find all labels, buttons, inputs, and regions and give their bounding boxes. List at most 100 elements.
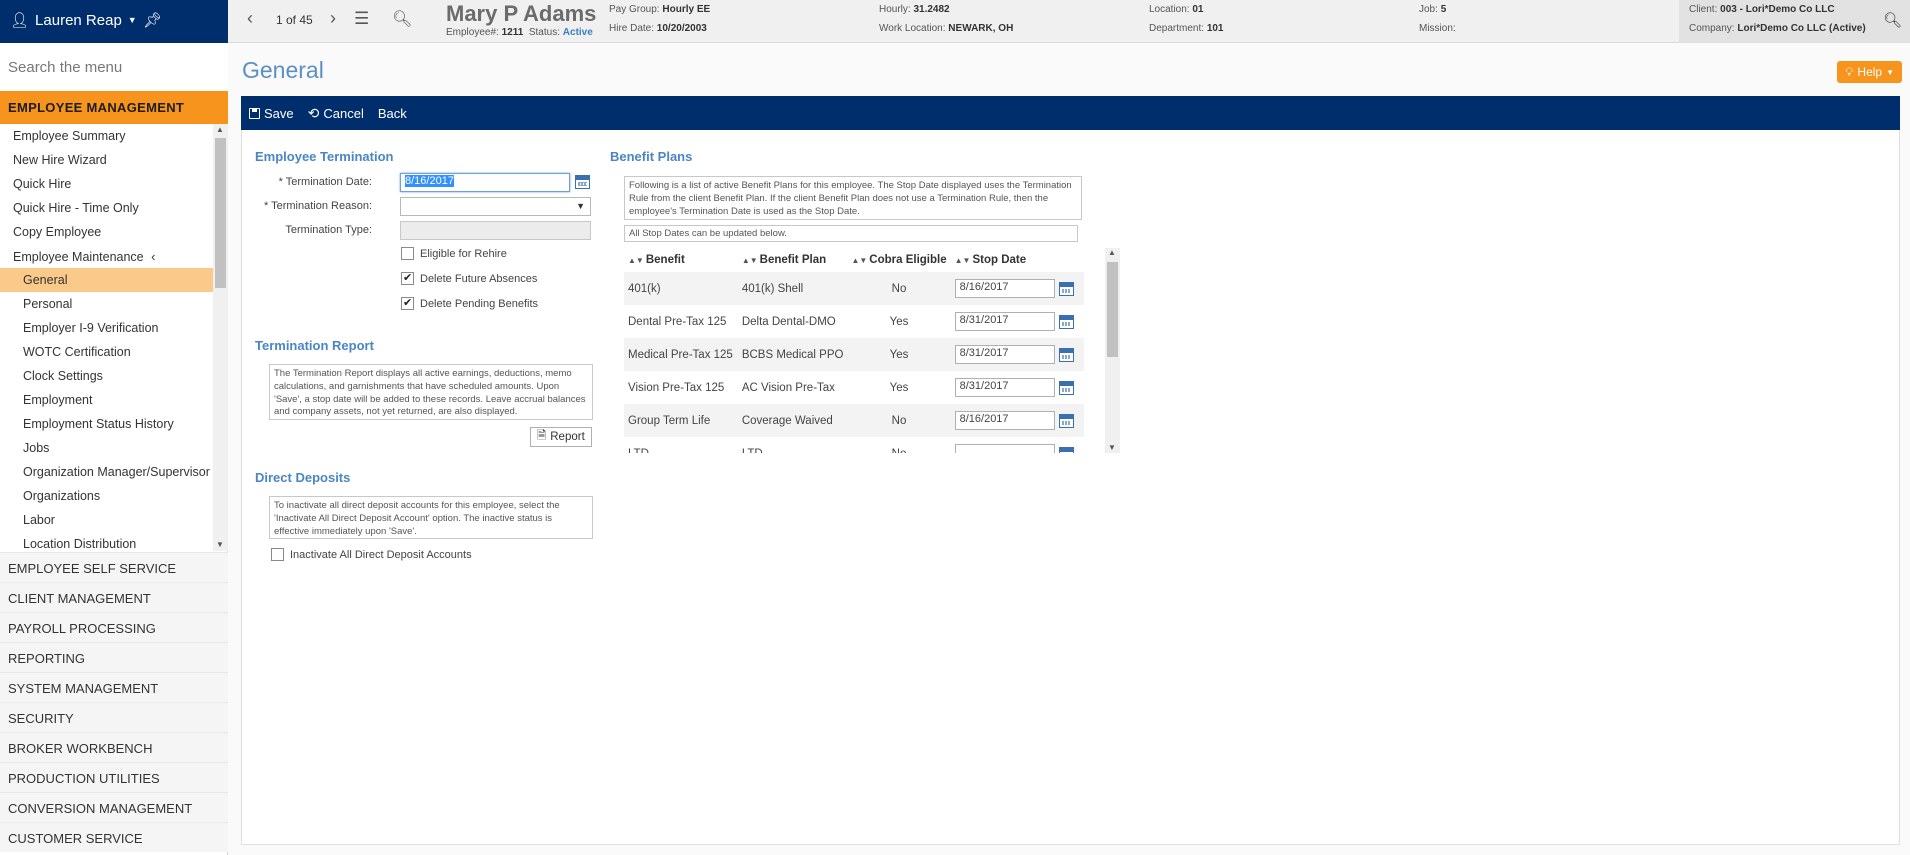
user-icon: 👤︎ xyxy=(10,12,30,29)
calendar-icon[interactable] xyxy=(1058,314,1074,329)
menu-search-input[interactable] xyxy=(0,43,228,91)
cell-plan: Coverage Waived xyxy=(737,404,848,437)
cell-stop-date: 8/31/2017 xyxy=(950,338,1084,371)
cell-plan: AC Vision Pre-Tax xyxy=(737,371,848,404)
direct-deposits-title: Direct Deposits xyxy=(255,470,351,485)
section-employee-management[interactable]: EMPLOYEE MANAGEMENT xyxy=(0,91,228,124)
sidebar-item-wotc[interactable]: WOTC Certification xyxy=(0,340,213,364)
checkbox-unchecked[interactable] xyxy=(271,548,284,561)
section-reporting[interactable]: REPORTING xyxy=(0,642,228,672)
delete-pending-benefits-checkbox[interactable]: Delete Pending Benefits xyxy=(401,296,538,310)
sidebar-item-clock-settings[interactable]: Clock Settings xyxy=(0,364,213,388)
sidebar-item-jobs[interactable]: Jobs xyxy=(0,436,213,460)
sidebar-item-copy-employee[interactable]: Copy Employee xyxy=(0,220,213,244)
location-info: Location: 01 xyxy=(1149,4,1204,15)
scroll-thumb[interactable] xyxy=(1107,262,1118,357)
section-security[interactable]: SECURITY xyxy=(0,702,228,732)
inactivate-direct-deposits-checkbox[interactable]: Inactivate All Direct Deposit Accounts xyxy=(271,548,472,561)
cell-stop-date: 8/16/2017 xyxy=(950,272,1084,305)
cell-benefit: 401(k) xyxy=(624,272,738,305)
user-menu[interactable]: 👤︎ Lauren Reap ▼ xyxy=(10,11,137,30)
calendar-icon[interactable] xyxy=(1058,446,1074,453)
cancel-button[interactable]: ⟲ Cancel xyxy=(308,105,364,122)
sidebar-item-general[interactable]: General xyxy=(0,268,213,292)
calendar-icon[interactable] xyxy=(575,175,590,189)
checkbox-unchecked[interactable] xyxy=(401,247,414,260)
stop-date-input[interactable]: 8/31/2017 xyxy=(954,378,1055,397)
termination-date-input[interactable]: 8/16/2017 xyxy=(400,173,570,192)
help-button[interactable]: 💡︎ Help ▼ xyxy=(1837,61,1903,83)
benefit-table-container: ▲▼ Benefit ▲▼ Benefit Plan ▲▼ Cobra Eligibl… xyxy=(624,248,1114,453)
department-info: Department: 101 xyxy=(1149,23,1224,34)
pin-icon[interactable]: 📌︎ xyxy=(143,11,162,29)
sidebar-item-personal[interactable]: Personal xyxy=(0,292,213,316)
scroll-thumb[interactable] xyxy=(215,138,226,288)
previous-arrow-icon[interactable]: ‹ xyxy=(247,8,253,29)
sidebar-item-employer-i9[interactable]: Employer I-9 Verification xyxy=(0,316,213,340)
termination-reason-label: * Termination Reason: xyxy=(263,200,372,212)
sidebar-item-new-hire-wizard[interactable]: New Hire Wizard xyxy=(0,148,213,172)
scroll-up-icon[interactable]: ▲ xyxy=(1108,248,1116,257)
stop-date-input[interactable] xyxy=(954,444,1055,453)
sidebar-item-employment-status-history[interactable]: Employment Status History xyxy=(0,412,213,436)
hire-date-info: Hire Date: 10/20/2003 xyxy=(609,23,707,34)
save-button[interactable]: Save xyxy=(249,106,294,121)
section-customer-service[interactable]: CUSTOMER SERVICE xyxy=(0,822,228,852)
section-production-utilities[interactable]: PRODUCTION UTILITIES xyxy=(0,762,228,792)
cell-cobra: Yes xyxy=(847,371,951,404)
section-employee-self-service[interactable]: EMPLOYEE SELF SERVICE xyxy=(0,552,228,582)
sidebar-item-location-distribution[interactable]: Location Distribution xyxy=(0,532,213,551)
cell-benefit: Vision Pre-Tax 125 xyxy=(624,371,738,404)
stop-date-input[interactable]: 8/16/2017 xyxy=(954,279,1055,298)
scroll-down-icon[interactable]: ▼ xyxy=(1108,443,1116,452)
list-icon[interactable]: ☰ xyxy=(354,9,369,29)
report-button[interactable]: 🗎︎ Report xyxy=(530,427,592,447)
user-name: Lauren Reap xyxy=(35,11,122,29)
client-search-icon[interactable]: 🔍︎ xyxy=(1883,11,1902,29)
calendar-icon[interactable] xyxy=(1058,413,1074,428)
scroll-up-icon[interactable]: ▲ xyxy=(216,125,224,134)
benefit-plans-note: Following is a list of active Benefit Pl… xyxy=(624,176,1082,220)
pay-group-info: Pay Group: Hourly EE xyxy=(609,4,711,15)
sidebar-item-org-manager[interactable]: Organization Manager/Supervisor xyxy=(0,460,213,484)
termination-reason-select[interactable]: ▼ xyxy=(400,197,591,216)
employee-status: Active xyxy=(562,27,593,38)
calendar-icon[interactable] xyxy=(1058,347,1074,362)
sidebar-item-organizations[interactable]: Organizations xyxy=(0,484,213,508)
submenu-scrollbar[interactable]: ▲ ▼ xyxy=(213,124,228,551)
sidebar-item-quick-hire[interactable]: Quick Hire xyxy=(0,172,213,196)
search-icon[interactable]: 🔍︎ xyxy=(392,9,412,29)
checkbox-checked[interactable] xyxy=(401,271,414,285)
calendar-icon[interactable] xyxy=(1058,380,1074,395)
checkbox-checked[interactable] xyxy=(401,296,414,310)
stop-date-input[interactable]: 8/16/2017 xyxy=(954,411,1055,430)
sidebar-item-labor[interactable]: Labor xyxy=(0,508,213,532)
col-header-cobra-eligible[interactable]: ▲▼ Cobra Eligible xyxy=(847,248,951,272)
section-system-management[interactable]: SYSTEM MANAGEMENT xyxy=(0,672,228,702)
back-button[interactable]: Back xyxy=(378,106,407,121)
stop-date-input[interactable]: 8/31/2017 xyxy=(954,345,1055,364)
section-conversion-management[interactable]: CONVERSION MANAGEMENT xyxy=(0,792,228,822)
col-header-benefit[interactable]: ▲▼ Benefit xyxy=(624,248,738,272)
delete-future-absences-checkbox[interactable]: Delete Future Absences xyxy=(401,271,537,285)
section-client-management[interactable]: CLIENT MANAGEMENT xyxy=(0,582,228,612)
sidebar-item-employment[interactable]: Employment xyxy=(0,388,213,412)
stop-date-input[interactable]: 8/31/2017 xyxy=(954,312,1055,331)
next-arrow-icon[interactable]: › xyxy=(330,8,336,29)
benefit-table-scrollbar[interactable]: ▲ ▼ xyxy=(1105,248,1120,453)
calendar-icon[interactable] xyxy=(1058,281,1074,296)
col-header-stop-date[interactable]: ▲▼ Stop Date xyxy=(950,248,1084,272)
col-header-benefit-plan[interactable]: ▲▼ Benefit Plan xyxy=(737,248,848,272)
termination-type-input xyxy=(400,221,591,240)
sidebar-item-quick-hire-time-only[interactable]: Quick Hire - Time Only xyxy=(0,196,213,220)
sidebar-item-employee-summary[interactable]: Employee Summary xyxy=(0,124,213,148)
floppy-disk-icon xyxy=(249,107,260,119)
cell-plan: 401(k) Shell xyxy=(737,272,848,305)
eligible-rehire-checkbox[interactable]: Eligible for Rehire xyxy=(401,247,507,260)
scroll-down-icon[interactable]: ▼ xyxy=(216,540,224,549)
sidebar: EMPLOYEE MANAGEMENT Employee Summary New… xyxy=(0,43,228,855)
top-bar: 👤︎ Lauren Reap ▼ 📌︎ ‹ 1 of 45 › ☰ 🔍︎ Mar… xyxy=(0,0,1910,43)
sidebar-item-employee-maintenance[interactable]: Employee Maintenance ‹ xyxy=(0,244,213,268)
section-broker-workbench[interactable]: BROKER WORKBENCH xyxy=(0,732,228,762)
section-payroll-processing[interactable]: PAYROLL PROCESSING xyxy=(0,612,228,642)
